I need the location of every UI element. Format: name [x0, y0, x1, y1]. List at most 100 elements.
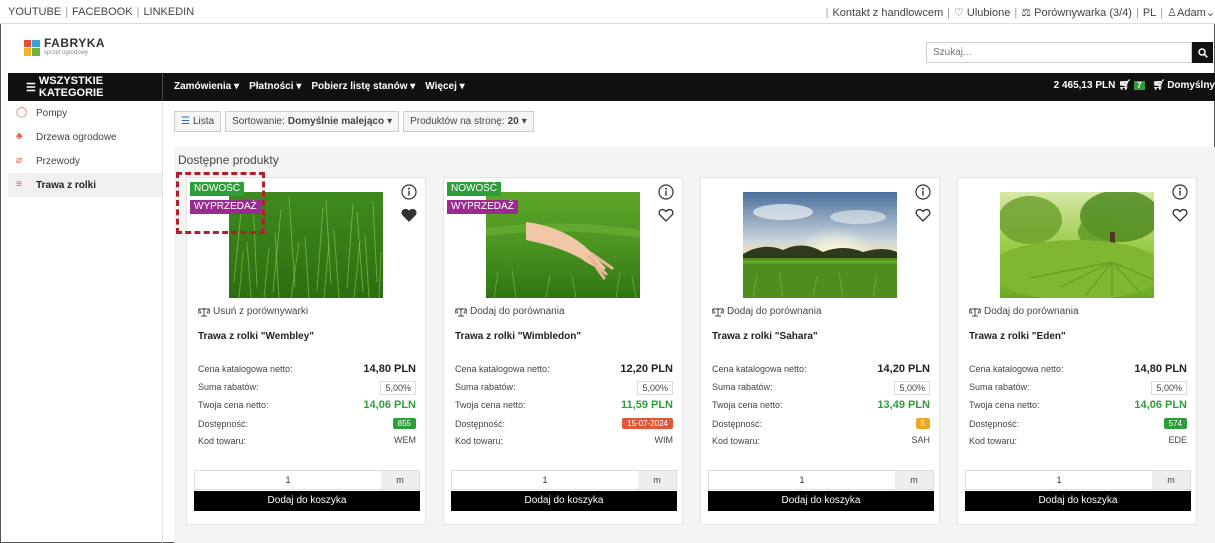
facebook-link[interactable]: FACEBOOK [72, 6, 133, 18]
add-to-cart-button[interactable]: Dodaj do koszyka [965, 491, 1191, 511]
language-link[interactable]: PL [1143, 7, 1156, 19]
compare-toggle[interactable]: Dodaj do porównania [712, 306, 822, 317]
user-icon: ♙ [1167, 7, 1178, 19]
tree-icon: ♣ [16, 131, 23, 142]
info-icon[interactable] [658, 184, 674, 200]
product-code-row: Kod towaru: WIM [455, 434, 673, 448]
favorites-link[interactable]: Ulubione [967, 7, 1010, 19]
cart-total: 2 465,13 PLN [1053, 80, 1116, 91]
list-view-button[interactable]: ☰ Lista [174, 111, 222, 132]
contact-link[interactable]: Kontakt z handlowcem [832, 7, 943, 19]
product-name[interactable]: Trawa z rolki "Wimbledon" [455, 331, 581, 342]
account-links: | Kontakt z handlowcem | ♡ Ulubione | ⚖ Porów… [822, 6, 1215, 19]
nav-stock-list[interactable]: Pobierz listę stanów ▾ [311, 81, 415, 92]
cart-summary[interactable]: 2 465,13 PLN 🛒︎ 7 🛒︎ Domyślny [1054, 80, 1215, 91]
sidebar-item-pumps[interactable]: ◯ Pompy [8, 101, 162, 125]
discount-row: Suma rabatów: 5,00% [198, 380, 416, 395]
user-menu[interactable]: Adam [1177, 7, 1206, 19]
social-links: YOUTUBE | FACEBOOK | LINKEDIN [8, 6, 194, 18]
compare-link[interactable]: Porównywarka (3/4) [1034, 7, 1132, 19]
net-price-label: Twoja cena netto: [712, 400, 783, 410]
category-sidebar: ◯ Pompy ♣ Drzewa ogrodowe ⌀ Przewody ≡ T… [8, 101, 163, 543]
discount-value: 5,00% [894, 381, 930, 395]
add-to-cart-button[interactable]: Dodaj do koszyka [451, 491, 677, 511]
quantity-input[interactable]: 1 [709, 471, 895, 489]
info-icon[interactable] [1172, 184, 1188, 200]
product-image[interactable] [743, 192, 897, 299]
main-nav: ☰ WSZYSTKIE KATEGORIE Zamówienia ▾ Płatn… [8, 73, 1215, 101]
net-price-value: 14,06 PLN [363, 399, 416, 411]
discount-value: 5,00% [637, 381, 673, 395]
all-categories-button[interactable]: ☰ WSZYSTKIE KATEGORIE [8, 73, 163, 101]
quantity-input[interactable]: 1 [452, 471, 638, 489]
product-code-label: Kod towaru: [198, 436, 247, 446]
nav-payments[interactable]: Płatności ▾ [249, 81, 301, 92]
default-cart-label[interactable]: Domyślny [1167, 80, 1215, 91]
chevron-down-icon: ▾ [410, 81, 416, 92]
quantity-input[interactable]: 1 [195, 471, 381, 489]
sale-badge: WYPRZEDAŻ [447, 200, 518, 214]
chevron-down-icon: ▾ [387, 116, 393, 127]
search-box [926, 42, 1213, 63]
catalog-price-row: Cena katalogowa netto: 12,20 PLN [455, 362, 673, 376]
nav-orders[interactable]: Zamówienia ▾ [174, 81, 239, 92]
scales-icon [455, 307, 467, 316]
heart-icon[interactable] [401, 207, 417, 223]
unit-label: m [638, 471, 676, 489]
search-button[interactable] [1192, 42, 1213, 63]
chevron-down-icon: ▾ [234, 81, 240, 92]
heart-icon[interactable] [1172, 207, 1188, 223]
heart-icon[interactable] [658, 207, 674, 223]
availability-badge: 855 [392, 418, 416, 429]
quantity-stepper: 1 m [708, 470, 934, 490]
compare-toggle[interactable]: Dodaj do porównania [969, 306, 1079, 317]
cart-icon: 🛒︎ [1152, 80, 1166, 91]
product-code-label: Kod towaru: [712, 436, 761, 446]
product-name[interactable]: Trawa z rolki "Wembley" [198, 331, 314, 342]
separator: | [1135, 7, 1139, 19]
search-icon [1197, 47, 1208, 58]
compare-toggle[interactable]: Usuń z porównywarki [198, 306, 308, 317]
availability-label: Dostępność: [712, 419, 763, 429]
product-code-row: Kod towaru: EDE [969, 434, 1187, 448]
heart-icon[interactable] [915, 207, 931, 223]
product-name[interactable]: Trawa z rolki "Eden" [969, 331, 1066, 342]
add-to-cart-button[interactable]: Dodaj do koszyka [194, 491, 420, 511]
availability-label: Dostępność: [198, 419, 249, 429]
product-image[interactable] [987, 190, 1167, 300]
quantity-input[interactable]: 1 [966, 471, 1152, 489]
unit-label: m [1152, 471, 1190, 489]
catalog-price-value: 14,80 PLN [1134, 363, 1187, 375]
scales-icon [198, 307, 210, 316]
net-price-value: 14,06 PLN [1134, 399, 1187, 411]
info-icon[interactable] [915, 184, 931, 200]
listing-toolbar: ☰ Lista Sortowanie: Domyślnie malejąco ▾ Pr… [174, 111, 534, 132]
availability-label: Dostępność: [969, 419, 1020, 429]
grass-icon: ≡ [16, 179, 22, 190]
net-price-label: Twoja cena netto: [455, 400, 526, 410]
catalog-price-row: Cena katalogowa netto: 14,20 PLN [712, 362, 930, 376]
product-code-value: WEM [394, 435, 416, 445]
net-price-value: 13,49 PLN [877, 399, 930, 411]
unit-label: m [895, 471, 933, 489]
add-to-cart-button[interactable]: Dodaj do koszyka [708, 491, 934, 511]
sort-dropdown[interactable]: Sortowanie: Domyślnie malejąco ▾ [225, 111, 400, 132]
catalog-price-label: Cena katalogowa netto: [712, 364, 807, 374]
sidebar-item-hoses[interactable]: ⌀ Przewody [8, 149, 162, 173]
sidebar-item-label: Trawa z rolki [36, 179, 97, 191]
heart-icon: ♡ [953, 7, 964, 19]
net-price-value: 11,59 PLN [621, 399, 673, 411]
product-name[interactable]: Trawa z rolki "Sahara" [712, 331, 818, 342]
info-icon[interactable] [401, 184, 417, 200]
youtube-link[interactable]: YOUTUBE [8, 6, 61, 18]
nav-more[interactable]: Więcej ▾ [425, 81, 464, 92]
sidebar-item-grass[interactable]: ≡ Trawa z rolki [8, 173, 162, 197]
sidebar-item-trees[interactable]: ♣ Drzewa ogrodowe [8, 125, 162, 149]
logo[interactable]: FABRYKA sprzęt ogrodowy [24, 37, 105, 58]
chevron-down-icon: ▾ [459, 81, 465, 92]
per-page-dropdown[interactable]: Produktów na stronę: 20 ▾ [403, 111, 534, 132]
search-input[interactable] [927, 43, 1167, 62]
linkedin-link[interactable]: LINKEDIN [143, 6, 194, 18]
quantity-stepper: 1 m [194, 470, 420, 490]
compare-toggle[interactable]: Dodaj do porównania [455, 306, 565, 317]
